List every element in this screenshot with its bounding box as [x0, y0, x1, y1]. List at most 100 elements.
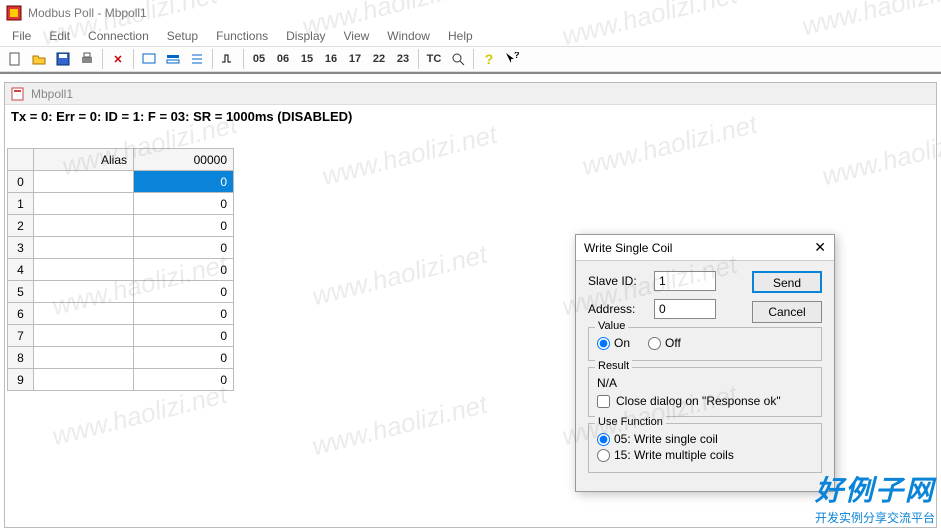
- alias-cell[interactable]: [34, 347, 134, 369]
- row-index[interactable]: 0: [8, 171, 34, 193]
- alias-cell[interactable]: [34, 259, 134, 281]
- fn-23-button[interactable]: 23: [392, 48, 414, 70]
- new-icon[interactable]: [4, 48, 26, 70]
- disconnect-icon[interactable]: ✕: [107, 48, 129, 70]
- save-icon[interactable]: [52, 48, 74, 70]
- value-cell[interactable]: 0: [134, 303, 234, 325]
- menu-help[interactable]: Help: [440, 27, 481, 45]
- row-index[interactable]: 2: [8, 215, 34, 237]
- dialog-title-bar[interactable]: Write Single Coil ✕: [576, 235, 834, 261]
- fn-17-button[interactable]: 17: [344, 48, 366, 70]
- menu-edit[interactable]: Edit: [41, 27, 78, 45]
- value-cell[interactable]: 0: [134, 171, 234, 193]
- table-row[interactable]: 80: [8, 347, 234, 369]
- value-off-radio[interactable]: [648, 337, 661, 350]
- result-group: Result N/A Close dialog on "Response ok": [588, 367, 822, 417]
- alias-cell[interactable]: [34, 303, 134, 325]
- row-index[interactable]: 6: [8, 303, 34, 325]
- context-help-icon[interactable]: ?: [502, 48, 524, 70]
- table-row[interactable]: 60: [8, 303, 234, 325]
- fn-16-button[interactable]: 16: [320, 48, 342, 70]
- value-cell[interactable]: 0: [134, 193, 234, 215]
- child-title: Mbpoll1: [31, 87, 73, 101]
- row-index[interactable]: 1: [8, 193, 34, 215]
- table-row[interactable]: 90: [8, 369, 234, 391]
- fn15-radio[interactable]: [597, 449, 610, 462]
- monitor-icon[interactable]: [138, 48, 160, 70]
- table-row[interactable]: 30: [8, 237, 234, 259]
- value-cell[interactable]: 0: [134, 259, 234, 281]
- grid-corner: [8, 149, 34, 171]
- document-icon: [11, 87, 25, 101]
- table-row[interactable]: 20: [8, 215, 234, 237]
- menu-window[interactable]: Window: [379, 27, 438, 45]
- alias-cell[interactable]: [34, 281, 134, 303]
- menu-connection[interactable]: Connection: [80, 27, 157, 45]
- close-icon[interactable]: ✕: [814, 239, 826, 256]
- fn-22-button[interactable]: 22: [368, 48, 390, 70]
- row-index[interactable]: 7: [8, 325, 34, 347]
- close-on-ok-label: Close dialog on "Response ok": [616, 394, 781, 408]
- menu-display[interactable]: Display: [278, 27, 333, 45]
- table-row[interactable]: 50: [8, 281, 234, 303]
- row-index[interactable]: 3: [8, 237, 34, 259]
- fn15-label: 15: Write multiple coils: [614, 448, 734, 462]
- slave-id-input[interactable]: [654, 271, 716, 291]
- pulse-icon[interactable]: [217, 48, 239, 70]
- app-icon: [6, 5, 22, 21]
- alias-cell[interactable]: [34, 171, 134, 193]
- row-index[interactable]: 9: [8, 369, 34, 391]
- value-cell[interactable]: 0: [134, 325, 234, 347]
- dialog-title: Write Single Coil: [584, 241, 672, 255]
- help-icon[interactable]: ?: [478, 48, 500, 70]
- close-on-ok-checkbox[interactable]: [597, 395, 610, 408]
- fn-05-button[interactable]: 05: [248, 48, 270, 70]
- search-icon[interactable]: [447, 48, 469, 70]
- value-cell[interactable]: 0: [134, 237, 234, 259]
- table-row[interactable]: 00: [8, 171, 234, 193]
- tc-button[interactable]: TC: [423, 48, 445, 70]
- value-cell[interactable]: 0: [134, 215, 234, 237]
- address-input[interactable]: [654, 299, 716, 319]
- print-icon[interactable]: [76, 48, 98, 70]
- alias-cell[interactable]: [34, 237, 134, 259]
- value-off-label: Off: [665, 336, 681, 350]
- fn-15-button[interactable]: 15: [296, 48, 318, 70]
- grid-header-value[interactable]: 00000: [134, 149, 234, 171]
- toolbar: ✕ 05 06 15 16 17 22 23 TC ? ?: [0, 46, 941, 72]
- fn-06-button[interactable]: 06: [272, 48, 294, 70]
- row-index[interactable]: 4: [8, 259, 34, 281]
- menu-view[interactable]: View: [336, 27, 378, 45]
- grid-header-alias[interactable]: Alias: [34, 149, 134, 171]
- alias-cell[interactable]: [34, 369, 134, 391]
- alias-cell[interactable]: [34, 193, 134, 215]
- header-icon[interactable]: [162, 48, 184, 70]
- value-cell[interactable]: 0: [134, 281, 234, 303]
- result-legend: Result: [595, 360, 632, 372]
- list-icon[interactable]: [186, 48, 208, 70]
- row-index[interactable]: 5: [8, 281, 34, 303]
- menu-functions[interactable]: Functions: [208, 27, 276, 45]
- value-on-label: On: [614, 336, 630, 350]
- value-cell[interactable]: 0: [134, 369, 234, 391]
- use-function-legend: Use Function: [595, 416, 666, 428]
- use-function-group: Use Function 05: Write single coil 15: W…: [588, 423, 822, 473]
- register-grid[interactable]: Alias 00000 00102030405060708090: [7, 148, 234, 391]
- fn05-radio[interactable]: [597, 433, 610, 446]
- slave-id-label: Slave ID:: [588, 274, 648, 288]
- table-row[interactable]: 70: [8, 325, 234, 347]
- alias-cell[interactable]: [34, 215, 134, 237]
- send-button[interactable]: Send: [752, 271, 822, 293]
- menu-file[interactable]: File: [4, 27, 39, 45]
- alias-cell[interactable]: [34, 325, 134, 347]
- child-title-bar[interactable]: Mbpoll1: [5, 83, 936, 105]
- table-row[interactable]: 40: [8, 259, 234, 281]
- menu-setup[interactable]: Setup: [159, 27, 206, 45]
- table-row[interactable]: 10: [8, 193, 234, 215]
- value-group: Value On Off: [588, 327, 822, 361]
- open-icon[interactable]: [28, 48, 50, 70]
- row-index[interactable]: 8: [8, 347, 34, 369]
- value-on-radio[interactable]: [597, 337, 610, 350]
- value-cell[interactable]: 0: [134, 347, 234, 369]
- cancel-button[interactable]: Cancel: [752, 301, 822, 323]
